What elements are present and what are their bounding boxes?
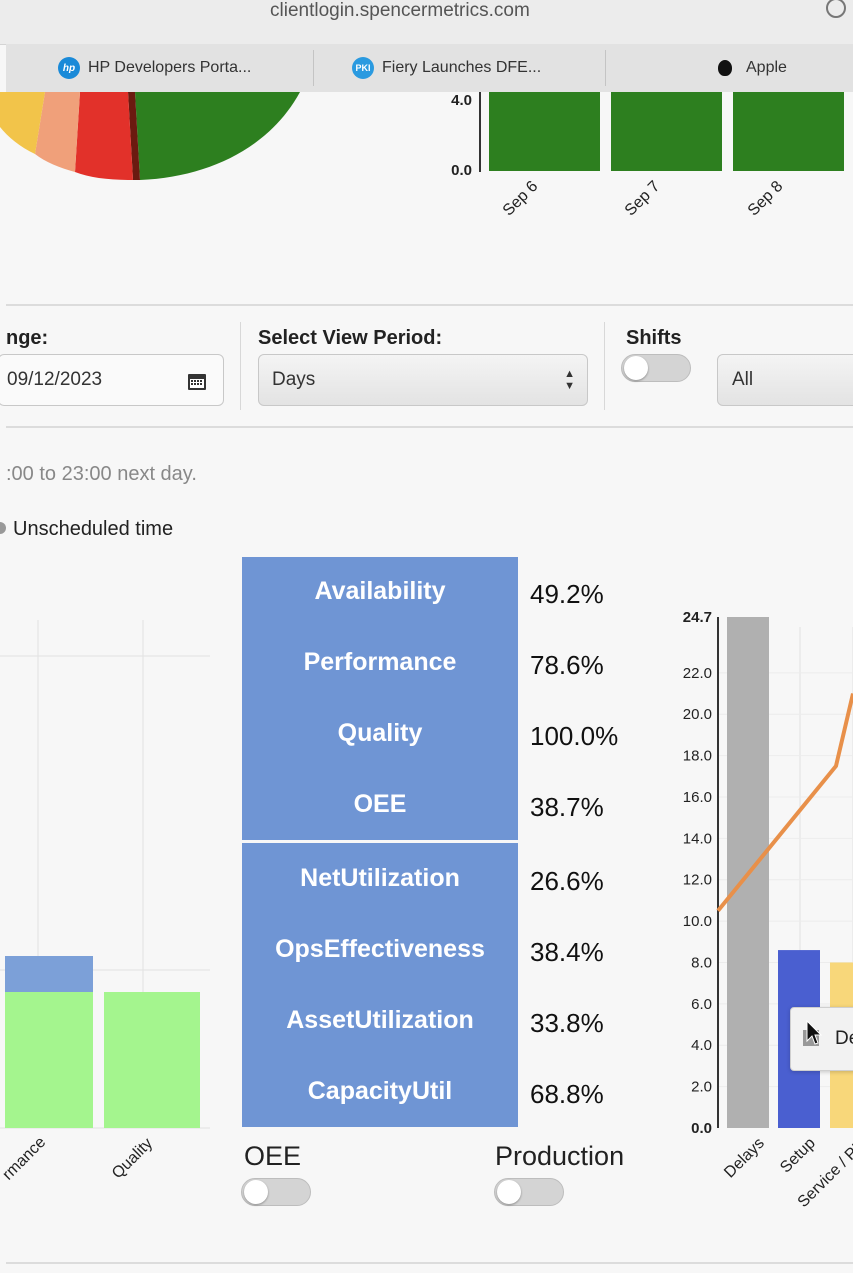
view-period-value: Days: [272, 369, 316, 390]
divider: [6, 304, 853, 306]
pie-slice-green: [135, 92, 300, 180]
y-tick-label: 0.0: [451, 162, 472, 179]
bar-sep-6: [489, 92, 600, 171]
date-value: 09/12/2023: [7, 369, 103, 390]
tab-divider: [313, 50, 314, 86]
tab-hp-developers[interactable]: hp HP Developers Porta...: [58, 44, 251, 92]
y-tick-label: 18.0: [683, 748, 712, 765]
kpi-netutilization-value: 26.6%: [530, 866, 604, 896]
y-tick-label: 8.0: [691, 954, 712, 971]
x-tick-label: Delays: [721, 1135, 768, 1182]
tab-apple[interactable]: Apple: [718, 44, 787, 92]
y-tick-label: 12.0: [683, 872, 712, 889]
divider: [240, 322, 241, 410]
kpi-assetutilization-label: AssetUtilization: [286, 1006, 474, 1034]
y-tick-label: 6.0: [691, 996, 712, 1013]
y-axis-line: [479, 92, 481, 172]
pareto-chart: 24.7 22.0 20.0 18.0 16.0 14.0 12.0 10.0 8.0 6.0 4.…: [683, 609, 853, 1211]
view-period-label: Select View Period:: [258, 327, 443, 349]
url-text[interactable]: clientlogin.spencermetrics.com: [270, 0, 530, 22]
shifts-select[interactable]: All: [717, 354, 853, 406]
tab-label: HP Developers Porta...: [88, 59, 252, 76]
select-arrows-icon: ▲ ▼: [564, 368, 575, 392]
kpi-capacityutil-value: 68.8%: [530, 1079, 604, 1109]
date-range-input[interactable]: 09/12/2023: [0, 354, 224, 406]
y-tick-label: 2.0: [691, 1079, 712, 1096]
tab-label: Apple: [746, 59, 787, 76]
y-tick-label: 0.0: [691, 1120, 712, 1137]
kpi-performance-label: Performance: [303, 648, 457, 676]
y-tick-label: 10.0: [683, 913, 712, 930]
cursor-icon: [806, 1020, 822, 1045]
y-tick-label: 4.0: [691, 1037, 712, 1054]
shifts-label: Shifts: [626, 327, 682, 349]
kpi-quality-value: 100.0%: [530, 721, 619, 751]
kpi-performance-value: 78.6%: [530, 650, 604, 680]
oee-toggle[interactable]: [241, 1178, 311, 1206]
pie-slice-red: [75, 92, 133, 180]
calendar-icon[interactable]: [187, 371, 207, 391]
shifts-toggle[interactable]: [621, 354, 691, 382]
pie-chart: [0, 92, 300, 180]
kpi-oee-value: 38.7%: [530, 792, 604, 822]
production-toggle-label: Production: [495, 1141, 625, 1171]
shift-time-note: :00 to 23:00 next day.: [6, 463, 197, 485]
tab-label: Fiery Launches DFE...: [382, 59, 542, 76]
legend-unscheduled: Unscheduled time: [13, 518, 174, 540]
left-bar-chart: [0, 620, 210, 1129]
tab-fiery[interactable]: PKI Fiery Launches DFE...: [352, 44, 541, 92]
kpi-availability-value: 49.2%: [530, 579, 604, 609]
address-bar[interactable]: clientlogin.spencermetrics.com: [0, 0, 853, 45]
bar-sep-8: [733, 92, 844, 171]
divider: [6, 1262, 853, 1264]
reload-icon[interactable]: [826, 0, 846, 18]
divider: [6, 426, 853, 428]
production-toggle[interactable]: [494, 1178, 564, 1206]
y-tick-label: 24.7: [683, 609, 712, 626]
tab-divider: [605, 50, 606, 86]
kpi-quality-label: Quality: [337, 719, 423, 747]
kpi-capacityutil-label: CapacityUtil: [307, 1077, 453, 1105]
view-period-select[interactable]: Days ▲ ▼: [258, 354, 588, 406]
bar-performance-loss: [5, 956, 93, 992]
y-tick-label: 14.0: [683, 830, 712, 847]
bar-quality: [104, 992, 200, 1128]
x-tick-label: Setup: [777, 1135, 819, 1177]
kpi-oee-label: OEE: [353, 790, 407, 818]
y-tick-label: 4.0: [451, 92, 472, 109]
kpi-opseffectiveness-value: 38.4%: [530, 937, 604, 967]
kpi-opseffectiveness-label: OpsEffectiveness: [275, 935, 485, 963]
divider: [604, 322, 605, 410]
oee-toggle-label: OEE: [244, 1141, 302, 1171]
range-label: nge:: [6, 327, 49, 349]
bar-performance: [5, 992, 93, 1128]
kpi-assetutilization-value: 33.8%: [530, 1008, 604, 1038]
kpi-availability-label: Availability: [314, 577, 446, 605]
y-tick-label: 20.0: [683, 706, 712, 723]
hp-icon: hp: [58, 57, 80, 79]
kpi-netutilization-label: NetUtilization: [300, 864, 460, 892]
pki-icon: PKI: [352, 57, 374, 79]
y-tick-label: 22.0: [683, 665, 712, 682]
tooltip-text: De: [835, 1028, 853, 1049]
apple-icon: [718, 60, 732, 76]
bar-sep-7: [611, 92, 722, 171]
y-tick-label: 16.0: [683, 789, 712, 806]
shifts-value: All: [732, 369, 754, 390]
